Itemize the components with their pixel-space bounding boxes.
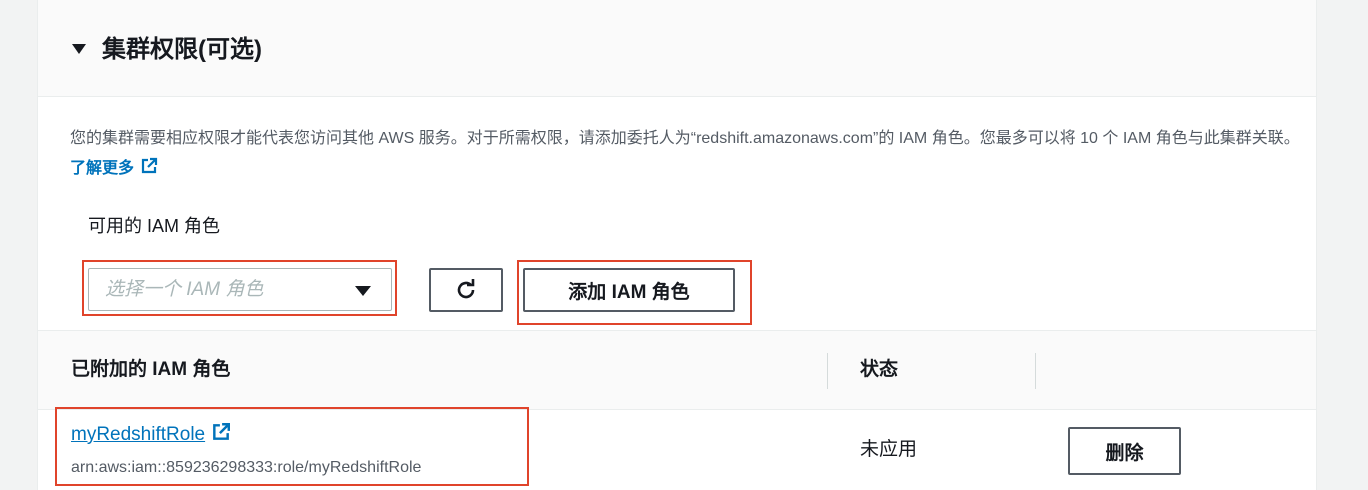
column-divider [827, 353, 828, 389]
table-header: 已附加的 IAM 角色 状态 [38, 330, 1316, 410]
role-arn: arn:aws:iam::859236298333:role/myRedshif… [71, 459, 422, 476]
role-name: myRedshiftRole [71, 424, 206, 445]
learn-more-label: 了解更多 [70, 160, 135, 177]
available-roles-label: 可用的 IAM 角色 [88, 216, 221, 236]
dropdown-arrow-icon [355, 286, 371, 296]
column-header-role[interactable]: 已附加的 IAM 角色 [71, 357, 230, 383]
refresh-icon [457, 279, 475, 299]
learn-more-link[interactable]: 了解更多 [70, 157, 158, 177]
add-iam-role-button[interactable]: 添加 IAM 角色 [523, 268, 735, 312]
status-text: 未应用 [860, 439, 918, 460]
panel-header[interactable]: 集群权限(可选) [38, 0, 1316, 97]
select-placeholder: 选择一个 IAM 角色 [105, 279, 264, 300]
iam-role-select[interactable]: 选择一个 IAM 角色 [88, 268, 392, 311]
column-divider [1035, 353, 1036, 389]
section-description: 您的集群需要相应权限才能代表您访问其他 AWS 服务。对于所需权限，请添加委托人… [70, 124, 1315, 184]
description-text: 您的集群需要相应权限才能代表您访问其他 AWS 服务。对于所需权限，请添加委托人… [70, 130, 1300, 147]
refresh-button[interactable] [429, 268, 503, 312]
caret-down-icon[interactable] [72, 44, 86, 54]
external-link-icon [213, 423, 231, 440]
role-link[interactable]: myRedshiftRole [71, 422, 231, 448]
column-header-status[interactable]: 状态 [860, 357, 898, 383]
cluster-permissions-panel: 集群权限(可选) 您的集群需要相应权限才能代表您访问其他 AWS 服务。对于所需… [37, 0, 1317, 490]
remove-button[interactable]: 删除 [1068, 427, 1181, 475]
external-link-icon [141, 157, 158, 174]
panel-title: 集群权限(可选) [102, 36, 262, 63]
